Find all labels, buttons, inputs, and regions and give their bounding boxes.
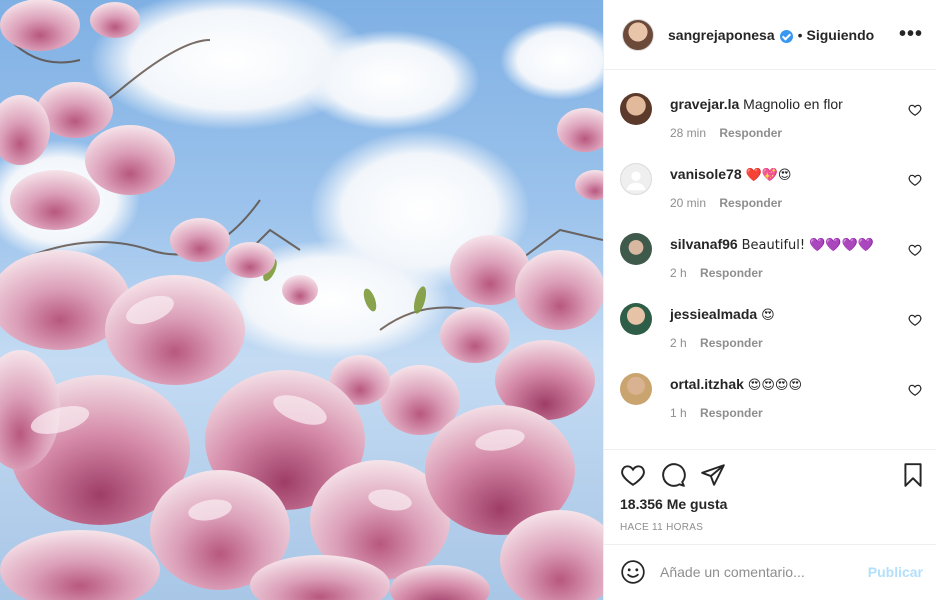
post-header: sangrejaponesa • Siguiendo ••• [604, 0, 936, 70]
comment-time: 2 h [670, 266, 687, 280]
comment-time: 20 min [670, 196, 707, 210]
header-separator: • [797, 26, 803, 43]
comment-like-heart-icon[interactable] [908, 173, 922, 187]
comment-time: 28 min [670, 126, 707, 140]
post-timestamp[interactable]: HACE 11 HORAS [620, 522, 703, 533]
commenter-avatar[interactable] [620, 93, 652, 125]
commenter-avatar[interactable] [620, 373, 652, 405]
comment-item: vanisole78 ❤️💖😍 20 min Responder [620, 163, 930, 213]
comments-list[interactable]: gravejar.la Magnolio en flor 28 min Resp… [604, 71, 936, 449]
smiley-icon[interactable] [620, 559, 646, 585]
paper-plane-icon[interactable] [700, 462, 726, 488]
comment-body: jessiealmada 😍 [670, 305, 890, 325]
post-photo[interactable] [0, 0, 603, 600]
comment-meta: 2 h Responder [670, 336, 763, 350]
publish-button[interactable]: Publicar [868, 564, 923, 580]
add-comment-bar: Publicar [604, 544, 936, 600]
comment-meta: 28 min Responder [670, 126, 782, 140]
comment-meta: 1 h Responder [670, 406, 763, 420]
comment-item: gravejar.la Magnolio en flor 28 min Resp… [620, 93, 930, 143]
comment-text: Magnolio en flor [743, 96, 843, 112]
comment-username[interactable]: silvanaf96 [670, 236, 738, 252]
comment-username[interactable]: gravejar.la [670, 96, 739, 112]
comment-body: vanisole78 ❤️💖😍 [670, 165, 890, 185]
comment-username[interactable]: vanisole78 [670, 166, 742, 182]
reply-button[interactable]: Responder [700, 336, 763, 350]
comment-text: 😍😍😍😍 [747, 378, 803, 393]
default-avatar-icon [626, 171, 646, 191]
owner-avatar[interactable] [622, 18, 654, 51]
owner-username[interactable]: sangrejaponesa [668, 27, 775, 43]
comment-time: 2 h [670, 336, 687, 350]
comment-like-heart-icon[interactable] [908, 313, 922, 327]
comment-text: 😍 [761, 308, 775, 323]
comment-text: ❤️💖😍 [745, 168, 792, 183]
reply-button[interactable]: Responder [700, 406, 763, 420]
comment-body: gravejar.la Magnolio en flor [670, 95, 890, 113]
comment-username[interactable]: ortal.itzhak [670, 376, 744, 392]
comment-time: 1 h [670, 406, 687, 420]
heart-icon[interactable] [620, 462, 646, 488]
following-button[interactable]: Siguiendo [807, 27, 875, 43]
reply-button[interactable]: Responder [719, 126, 782, 140]
comment-like-heart-icon[interactable] [908, 383, 922, 397]
comment-item: silvanaf96 Beautiful! 💜💜💜💜 2 h Responder [620, 233, 930, 283]
reply-button[interactable]: Responder [719, 196, 782, 210]
reply-button[interactable]: Responder [700, 266, 763, 280]
bookmark-icon[interactable] [900, 462, 926, 488]
commenter-avatar[interactable] [620, 303, 652, 335]
comment-item: ortal.itzhak 😍😍😍😍 1 h Responder [620, 373, 930, 423]
comment-meta: 20 min Responder [670, 196, 782, 210]
likes-count[interactable]: 18.356 Me gusta [620, 496, 727, 512]
post-modal: sangrejaponesa • Siguiendo ••• gravejar.… [0, 0, 936, 600]
comment-input[interactable] [660, 559, 860, 585]
comment-icon[interactable] [660, 462, 686, 488]
more-options-icon[interactable]: ••• [899, 24, 923, 44]
comment-meta: 2 h Responder [670, 266, 763, 280]
post-side-panel: sangrejaponesa • Siguiendo ••• gravejar.… [603, 0, 936, 600]
post-actions: 18.356 Me gusta HACE 11 HORAS [604, 449, 936, 545]
comment-like-heart-icon[interactable] [908, 243, 922, 257]
magnolia-photo [0, 0, 603, 600]
comment-like-heart-icon[interactable] [908, 103, 922, 117]
commenter-avatar[interactable] [620, 163, 652, 195]
commenter-avatar[interactable] [620, 233, 652, 265]
verified-badge-icon [779, 30, 793, 43]
comment-item: jessiealmada 😍 2 h Responder [620, 303, 930, 353]
comment-body: silvanaf96 Beautiful! 💜💜💜💜 [670, 235, 890, 255]
comment-text: Beautiful! 💜💜💜💜 [741, 238, 874, 253]
comment-username[interactable]: jessiealmada [670, 306, 757, 322]
comment-body: ortal.itzhak 😍😍😍😍 [670, 375, 890, 395]
